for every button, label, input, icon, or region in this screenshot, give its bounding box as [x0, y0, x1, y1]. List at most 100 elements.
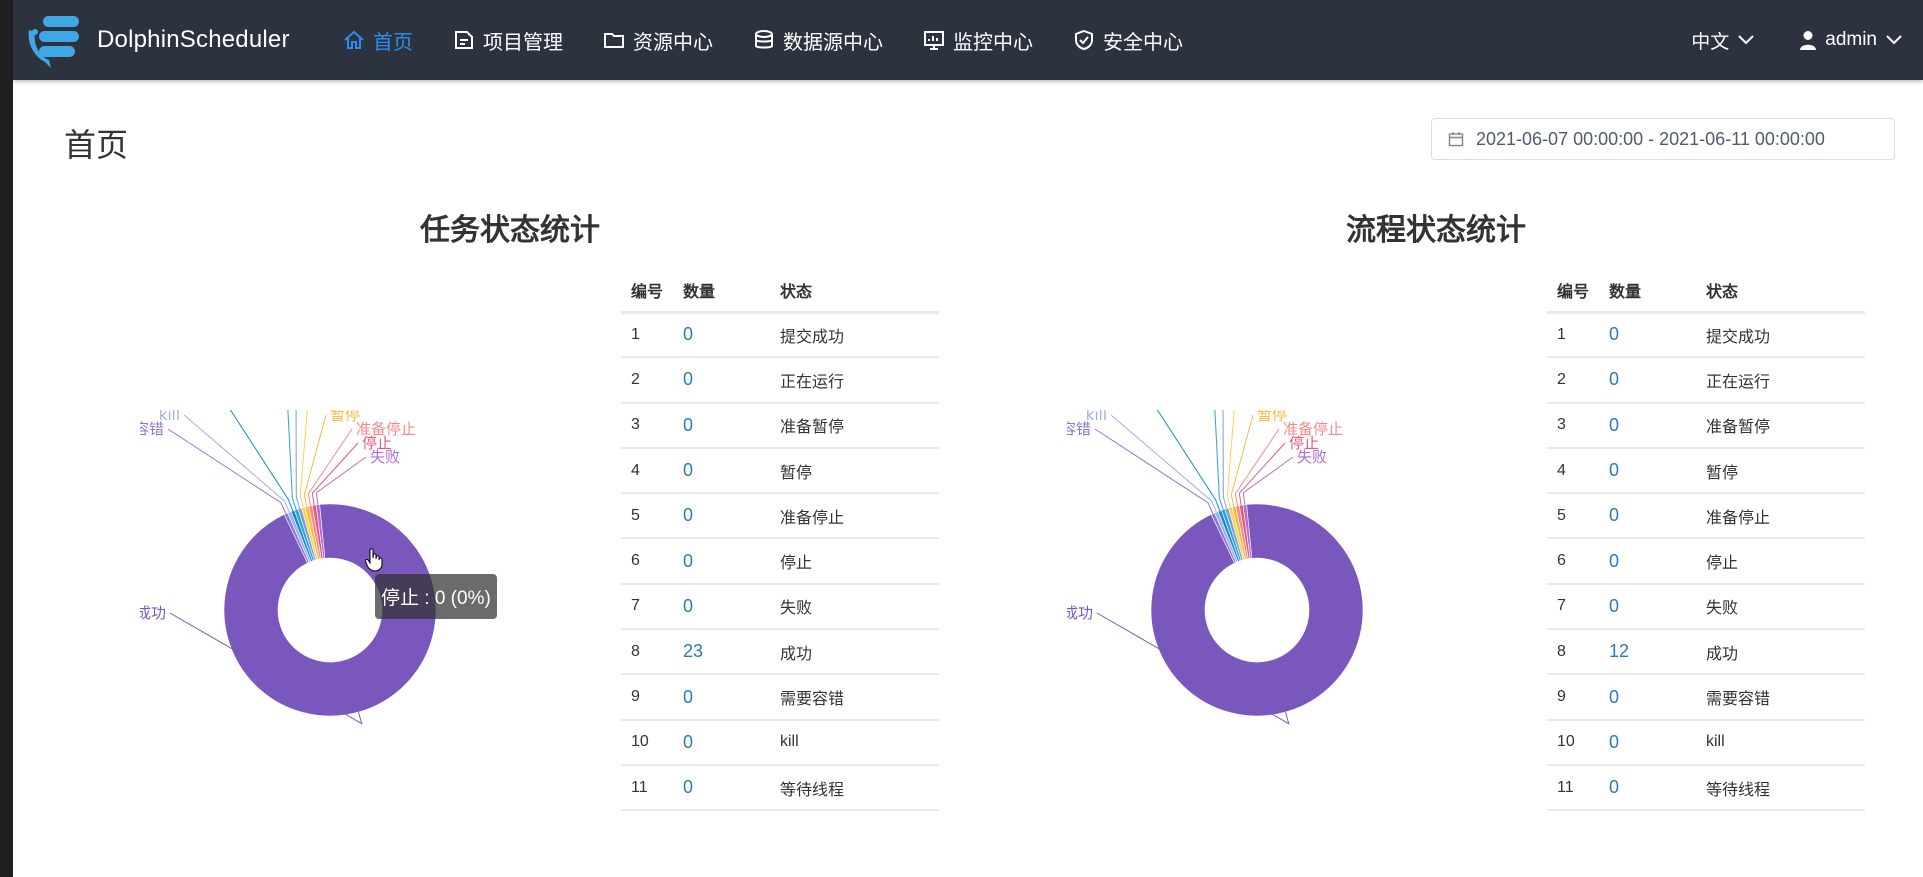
nav-item-resources[interactable]: 资源中心: [603, 26, 713, 55]
nav-item-security[interactable]: 安全中心: [1073, 26, 1183, 55]
row-id: 5: [621, 493, 683, 540]
nav-label: 资源中心: [633, 31, 713, 54]
calendar-icon: [1448, 132, 1464, 147]
row-state: 准备停止: [780, 493, 939, 540]
column-header-state: 状态: [780, 270, 939, 314]
table-row: 2 0 正在运行: [1547, 357, 1865, 404]
row-id: 8: [621, 629, 683, 676]
table-row: 1 0 提交成功: [1547, 312, 1865, 359]
leader-line: [311, 442, 359, 506]
table-row: 2 0 正在运行: [621, 357, 939, 404]
pie-slice[interactable]: [1150, 503, 1364, 717]
nav-item-projects[interactable]: 项目管理: [453, 26, 563, 55]
row-state: 失败: [1706, 583, 1865, 631]
nav-label: 首页: [373, 31, 413, 54]
nav-item-datasource[interactable]: 数据源中心: [753, 26, 883, 55]
row-count: 0: [1609, 764, 1706, 812]
date-range-value: 2021-06-07 00:00:00 - 2021-06-11 00:00:0…: [1476, 128, 1825, 149]
monitor-icon: [924, 31, 944, 50]
table-header-row: 编号 数量 状态: [1547, 270, 1865, 314]
column-header-count: 数量: [1609, 270, 1706, 314]
row-state: kill: [1706, 719, 1865, 766]
nav-label: 项目管理: [483, 31, 563, 54]
row-id: 6: [1547, 538, 1609, 585]
row-count: 0: [1609, 402, 1706, 449]
row-state: 停止: [780, 538, 939, 585]
row-count: 0: [683, 493, 780, 540]
task-status-table: 编号 数量 状态 1 0 提交成功 2 0 正在运行 3 0 准备暂停 4 0 暂停 5 0 准备停止 6 0 停…: [621, 270, 939, 812]
row-count: 0: [1609, 493, 1706, 540]
slice-label: kill: [1086, 410, 1107, 424]
row-id: 9: [621, 674, 683, 721]
row-count: 0: [1609, 447, 1706, 495]
row-id: 3: [1547, 402, 1609, 449]
language-switch[interactable]: 中文: [1691, 27, 1755, 54]
leader-line: [1226, 410, 1235, 508]
table-header-row: 编号 数量 状态: [621, 270, 939, 314]
app-name: DolphinScheduler: [97, 26, 290, 53]
table-row: 8 12 成功: [1547, 629, 1865, 676]
chevron-down-icon: [1886, 35, 1902, 45]
row-count: 0: [1609, 719, 1706, 766]
row-count: 0: [683, 447, 780, 495]
folder-icon: [604, 33, 624, 48]
row-id: 4: [621, 447, 683, 495]
dolphin-logo-icon: [28, 16, 79, 68]
table-row: 8 23 成功: [621, 629, 939, 676]
home-icon: [344, 30, 364, 49]
chart-tooltip: 停止 : 0 (0%): [375, 574, 497, 619]
shield-icon: [1075, 29, 1093, 51]
row-state: 等待线程: [780, 764, 939, 812]
row-state: 准备暂停: [780, 402, 939, 449]
row-state: 停止: [1706, 538, 1865, 585]
app-logo[interactable]: DolphinScheduler: [25, 12, 290, 68]
row-count: 0: [1609, 674, 1706, 721]
user-menu[interactable]: admin: [1799, 29, 1903, 51]
table-row: 4 0 暂停: [1547, 447, 1865, 495]
leader-line: [1222, 410, 1228, 509]
row-count: 0: [683, 764, 780, 812]
slice-label: kill: [159, 410, 180, 424]
leader-line: [1156, 410, 1221, 511]
nav-item-monitor[interactable]: 监控中心: [923, 26, 1033, 55]
project-icon: [455, 31, 473, 49]
leader-line: [1230, 414, 1254, 507]
table-row: 9 0 需要容错: [621, 674, 939, 721]
row-state: 准备暂停: [1706, 402, 1865, 449]
slice-label: 成功: [1067, 604, 1093, 622]
row-count: 0: [1609, 357, 1706, 404]
leader-line: [307, 428, 353, 506]
row-state: 提交成功: [780, 312, 939, 359]
leader-line: [303, 414, 327, 507]
row-count: 0: [1609, 583, 1706, 631]
nav-label: 数据源中心: [783, 31, 883, 54]
date-range-picker[interactable]: 2021-06-07 00:00:00 - 2021-06-11 00:00:0…: [1431, 118, 1895, 160]
row-count: 23: [683, 629, 780, 676]
database-icon: [755, 30, 773, 49]
row-count: 0: [683, 719, 780, 766]
row-state: 暂停: [1706, 447, 1865, 495]
row-state: 失败: [780, 583, 939, 631]
nav-item-home[interactable]: 首页: [343, 26, 413, 55]
slice-label: 成功: [140, 604, 166, 622]
process-stats-title: 流程状态统计: [1346, 214, 1526, 247]
row-state: 等待线程: [1706, 764, 1865, 812]
row-id: 10: [1547, 719, 1609, 766]
table-row: 6 0 停止: [621, 538, 939, 585]
row-count: 12: [1609, 629, 1706, 676]
column-header-id: 编号: [1547, 270, 1609, 314]
main-nav: 首页 项目管理 资源中心 数据源中心 监控中心 安全中心: [343, 0, 1223, 80]
slice-label: 失败: [370, 448, 400, 466]
column-header-count: 数量: [683, 270, 780, 314]
process-status-donut-chart[interactable]: 提交成功正在运行准备暂停暂停准备停止停止失败成功需要容错kill等待线程: [1067, 410, 1467, 760]
table-row: 3 0 准备暂停: [621, 402, 939, 449]
table-row: 10 0 kill: [621, 719, 939, 766]
row-state: 成功: [780, 629, 939, 676]
language-label: 中文: [1691, 31, 1730, 53]
table-row: 11 0 等待线程: [621, 764, 939, 812]
row-id: 7: [621, 583, 683, 631]
table-row: 1 0 提交成功: [621, 312, 939, 359]
table-row: 6 0 停止: [1547, 538, 1865, 585]
column-header-id: 编号: [621, 270, 683, 314]
leader-line: [1234, 428, 1280, 506]
